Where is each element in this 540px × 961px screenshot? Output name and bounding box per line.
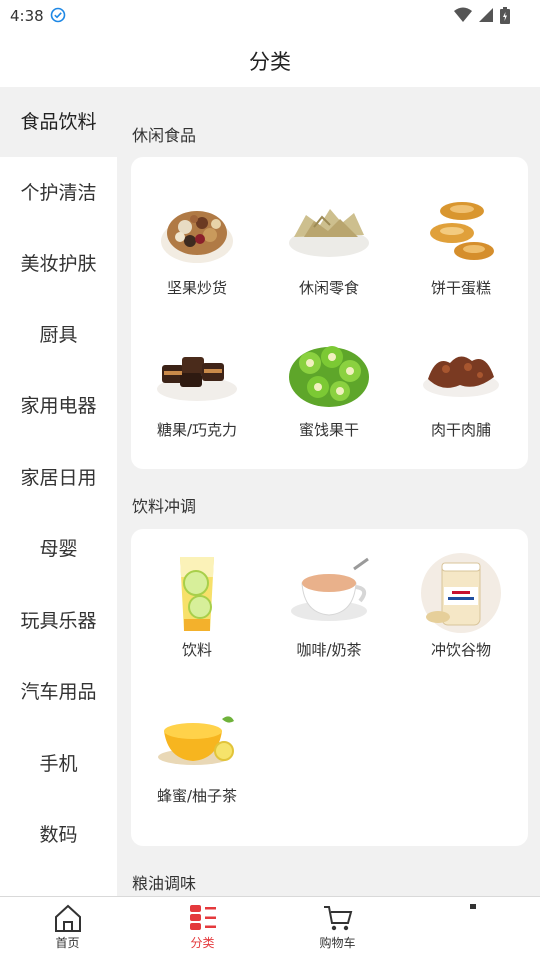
home-icon: [54, 904, 81, 932]
section-card-drinks: 饮料 咖啡/奶茶 冲饮谷物 蜂蜜/柚子茶: [131, 529, 528, 846]
bottom-tab-bar: 首页 分类 购物车: [0, 896, 540, 961]
signal-icon: [479, 8, 493, 22]
sidebar-item-personal-care[interactable]: 个护清洁: [0, 158, 117, 228]
category-tile-label: 蜂蜜/柚子茶: [156, 787, 238, 805]
tab-label: 分类: [190, 936, 215, 950]
battery-icon: [500, 6, 510, 24]
sidebar-item-label: 美妆护肤: [20, 253, 97, 275]
category-sidebar: 食品饮料 个护清洁 美妆护肤 厨具 家用电器 家居日用 母婴 玩具乐器 汽车用品…: [0, 87, 117, 896]
sidebar-item-label: 家用电器: [20, 395, 97, 417]
category-tile-dried-fruit[interactable]: 蜜饯果干: [263, 333, 395, 440]
sidebar-item-label: 厨具: [39, 324, 78, 346]
sidebar-item-label: 个护清洁: [20, 182, 97, 204]
category-tile-nuts[interactable]: 坚果炒货: [131, 191, 263, 298]
sidebar-item-label: 汽车用品: [20, 681, 97, 703]
section-title-drinks: 饮料冲调: [132, 497, 197, 516]
sidebar-item-kitchenware[interactable]: 厨具: [0, 300, 117, 370]
section-title-grain-oil: 粮油调味: [132, 874, 197, 893]
coffee-cup-image: [291, 557, 369, 621]
category-tile-label: 饮料: [181, 641, 212, 659]
snack-chips-image: [289, 209, 369, 257]
sidebar-item-appliances[interactable]: 家用电器: [0, 371, 117, 441]
sidebar-item-beauty[interactable]: 美妆护肤: [0, 229, 117, 299]
category-tile-label: 休闲零食: [298, 279, 359, 297]
oat-jar-image: [421, 553, 501, 633]
category-tile-label: 坚果炒货: [166, 279, 227, 297]
cookies-image: [430, 202, 494, 260]
jerky-image: [423, 356, 499, 397]
category-tile-label: 饼干蛋糕: [430, 279, 491, 297]
sidebar-item-label: 食品饮料: [20, 111, 97, 133]
category-tile-label: 冲饮谷物: [430, 641, 491, 659]
tab-cart[interactable]: 购物车: [270, 897, 405, 961]
title-bar: 分类: [0, 32, 540, 87]
category-tile-candy-chocolate[interactable]: 糖果/巧克力: [131, 333, 263, 440]
category-tile-beverages[interactable]: 饮料: [131, 553, 263, 660]
category-tile-cookies-cakes[interactable]: 饼干蛋糕: [395, 191, 527, 298]
sidebar-item-label: 数码: [39, 824, 78, 846]
tab-label: 购物车: [319, 936, 356, 950]
sidebar-item-label: 母婴: [39, 538, 78, 560]
sidebar-item-baby[interactable]: 母婴: [0, 514, 117, 584]
honey-citron-image: [158, 716, 234, 765]
lemonade-image: [180, 557, 214, 631]
sidebar-item-label: 家居日用: [20, 467, 97, 489]
tab-label: 首页: [55, 936, 80, 950]
wifi-icon: [454, 7, 472, 22]
category-content: 休闲食品 坚果炒货 休闲零食 饼干蛋糕 糖果/巧克力 蜜饯果干 肉干肉脯 饮料冲…: [117, 87, 540, 896]
sidebar-item-toys[interactable]: 玩具乐器: [0, 586, 117, 656]
category-icon: [189, 905, 216, 930]
dried-kiwi-image: [289, 346, 369, 407]
tab-category[interactable]: 分类: [135, 897, 270, 961]
section-title-snacks: 休闲食品: [132, 126, 197, 145]
sidebar-item-household[interactable]: 家居日用: [0, 443, 117, 513]
status-time: 4:38: [10, 7, 44, 25]
tab-home[interactable]: 首页: [0, 897, 135, 961]
status-bar: 4:38: [0, 0, 540, 32]
sidebar-item-auto[interactable]: 汽车用品: [0, 657, 117, 727]
nuts-image: [161, 211, 233, 263]
category-tile-honey-citron[interactable]: 蜂蜜/柚子茶: [131, 699, 263, 806]
sidebar-item-food-drinks[interactable]: 食品饮料: [0, 87, 117, 157]
sidebar-item-label: 玩具乐器: [20, 610, 97, 632]
sidebar-item-phones[interactable]: 手机: [0, 729, 117, 799]
tab-profile[interactable]: [405, 897, 540, 961]
category-tile-jerky[interactable]: 肉干肉脯: [395, 333, 527, 440]
category-tile-label: 肉干肉脯: [430, 421, 491, 439]
category-tile-cereal-drinks[interactable]: 冲饮谷物: [395, 553, 527, 660]
sidebar-item-digital[interactable]: 数码: [0, 800, 117, 870]
category-tile-label: 糖果/巧克力: [156, 421, 238, 439]
category-tile-label: 蜜饯果干: [298, 421, 359, 439]
system-icons: [454, 6, 510, 24]
section-card-snacks: 坚果炒货 休闲零食 饼干蛋糕 糖果/巧克力 蜜饯果干 肉干肉脯: [131, 157, 528, 469]
page-title: 分类: [249, 50, 291, 74]
category-tile-label: 咖啡/奶茶: [296, 641, 362, 659]
category-tile-coffee-milktea[interactable]: 咖啡/奶茶: [263, 553, 395, 660]
sync-check-icon: [50, 7, 66, 23]
category-tile-snacks[interactable]: 休闲零食: [263, 191, 395, 298]
profile-icon: [469, 904, 476, 909]
cart-icon: [323, 906, 352, 931]
chocolate-image: [157, 357, 237, 401]
sidebar-item-label: 手机: [39, 753, 78, 775]
